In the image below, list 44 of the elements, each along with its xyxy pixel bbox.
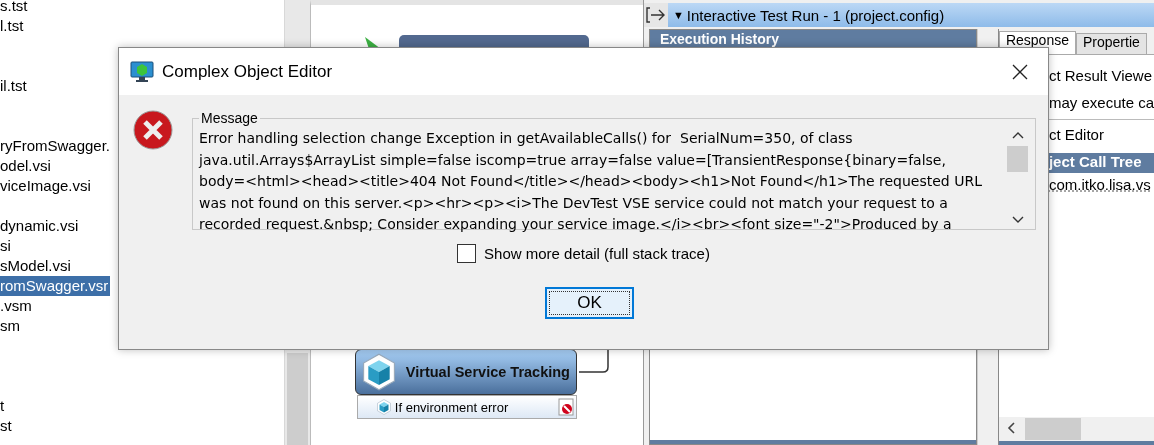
stop-icon xyxy=(557,398,574,416)
file-item[interactable]: sm xyxy=(0,316,22,336)
dialog-title: Complex Object Editor xyxy=(162,61,334,82)
message-line: Error handling selection change Exception in getAvailableCalls() for SerialNum=350, of class xyxy=(199,129,854,148)
close-icon[interactable] xyxy=(1012,63,1028,80)
checkbox-label: Show more detail (full stack trace) xyxy=(484,245,710,262)
scrollbar[interactable] xyxy=(1006,130,1029,225)
file-item[interactable]: odel.vsi xyxy=(0,156,53,176)
file-item[interactable]: s.tst xyxy=(0,0,30,16)
file-item[interactable]: t xyxy=(0,396,7,416)
scrollbar[interactable] xyxy=(998,417,1154,441)
hint-text: may execute ca xyxy=(1048,94,1154,111)
error-icon xyxy=(133,110,173,150)
message-line: java.util.Arrays$ArrayList simple=false iscomp=true array=false value=[TransientResponse{binary=false, xyxy=(199,150,947,170)
ok-button[interactable]: OK xyxy=(545,287,634,319)
file-item[interactable]: ryFromSwagger. xyxy=(0,136,113,156)
file-item[interactable]: viceImage.vsi xyxy=(0,176,93,196)
file-item[interactable]: l.tst xyxy=(0,16,26,36)
group-legend: Message xyxy=(199,110,260,126)
file-item[interactable]: il.tst xyxy=(0,76,29,96)
panel-title: Interactive Test Run - 1 (project.config) xyxy=(686,6,945,24)
file-item[interactable]: si xyxy=(0,236,13,256)
message-line: was not found on this server.<p><hr><p><i>The DevTest VSE service could not match your request to a xyxy=(199,193,949,213)
message-line: body=<html><head><title>404 Not Found</title></head><body><h1>Not Found</h1>The requested URL xyxy=(199,172,983,192)
node-label: Virtual Service Tracking xyxy=(405,364,570,380)
expand-glyph[interactable]: ▼ xyxy=(672,9,684,21)
tree-item[interactable]: com.itko.lisa.vs xyxy=(1048,176,1151,193)
node-branch[interactable]: If environment error xyxy=(356,395,577,419)
checkbox[interactable] xyxy=(457,244,477,263)
viewer-label: ct Result Viewe xyxy=(1048,67,1153,84)
section-legend: ct Editor xyxy=(1048,126,1104,143)
exit-icon[interactable] xyxy=(645,7,666,23)
monitor-icon xyxy=(130,59,154,84)
file-item[interactable]: romSwagger.vsr xyxy=(0,276,111,296)
cube-icon xyxy=(375,399,392,415)
workflow-node[interactable]: Virtual Service Tracking xyxy=(354,349,577,395)
file-item[interactable]: dynamic.vsi xyxy=(0,216,81,236)
detail-checkbox[interactable]: Show more detail (full stack trace) xyxy=(457,244,710,263)
tab[interactable]: Propertie xyxy=(1076,33,1147,54)
file-item[interactable]: .vsm xyxy=(0,296,34,316)
message-line: recorded request.&nbsp; Consider expanding your service image.</i><br><font size="-2">Produced by a xyxy=(199,215,953,235)
branch-label: If environment error xyxy=(394,399,510,415)
file-item[interactable]: st xyxy=(0,416,14,436)
file-item[interactable]: sModel.vsi xyxy=(0,256,73,276)
